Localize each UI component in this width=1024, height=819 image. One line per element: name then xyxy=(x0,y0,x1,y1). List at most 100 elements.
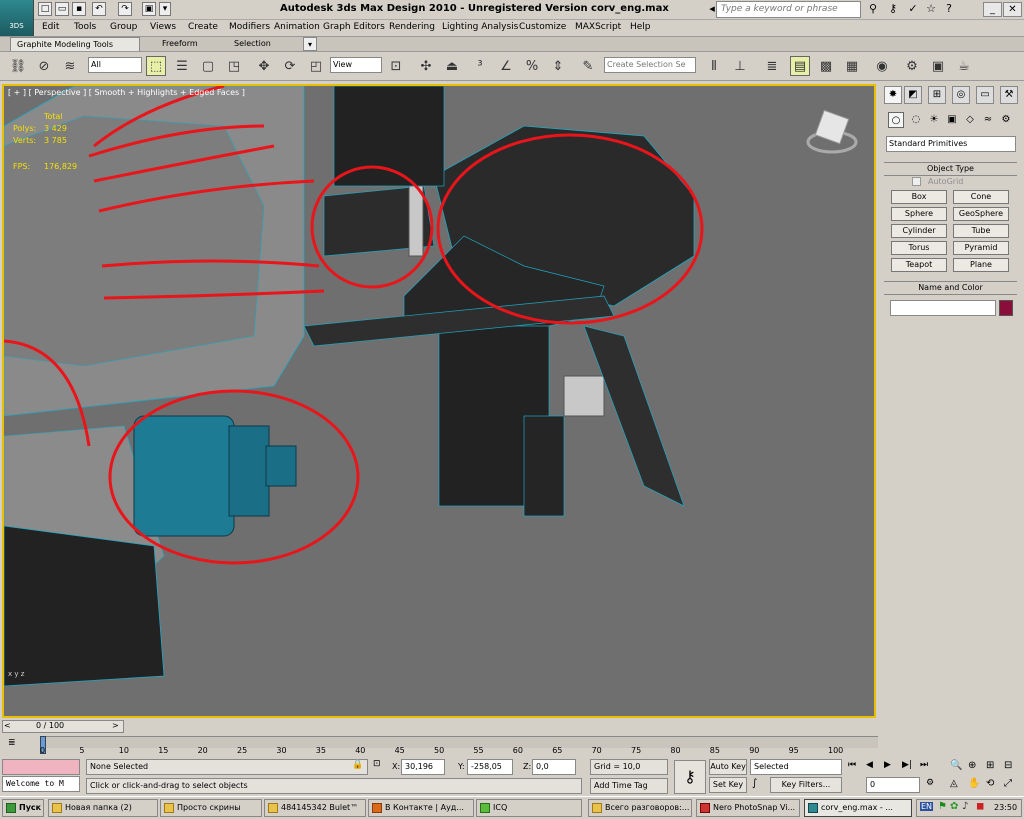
task-item-3dsmax[interactable]: corv_eng.max - ... xyxy=(804,799,912,817)
new-file-icon[interactable]: □ xyxy=(38,2,52,16)
display-tab-icon[interactable]: ▭ xyxy=(976,86,994,104)
geosphere-button[interactable]: GeoSphere xyxy=(953,207,1009,221)
menu-tools[interactable]: Tools xyxy=(74,22,96,32)
graphite-toggle-icon[interactable]: ▤ xyxy=(790,56,810,76)
perspective-viewport[interactable] xyxy=(2,84,876,718)
menu-animation[interactable]: Animation xyxy=(274,22,320,32)
helpers-icon[interactable]: ◇ xyxy=(962,112,978,128)
maximize-viewport-icon[interactable]: ⤢ xyxy=(1004,778,1012,789)
torus-button[interactable]: Torus xyxy=(891,241,947,255)
modify-tab-icon[interactable]: ◩ xyxy=(904,86,922,104)
help-icon[interactable]: ? xyxy=(942,2,956,16)
geometry-icon[interactable]: ○ xyxy=(888,112,904,128)
move-icon[interactable]: ✥ xyxy=(254,56,274,76)
z-coordinate-field[interactable]: 0,0 xyxy=(532,759,576,775)
cylinder-button[interactable]: Cylinder xyxy=(891,224,947,238)
space-warps-icon[interactable]: ≈ xyxy=(980,112,996,128)
binoculars-icon[interactable]: ⚲ xyxy=(866,2,880,16)
y-coordinate-field[interactable]: -258,05 xyxy=(467,759,513,775)
tube-button[interactable]: Tube xyxy=(953,224,1009,238)
task-item-nero-photosnap[interactable]: Nero PhotoSnap Vi... xyxy=(696,799,800,817)
category-dropdown[interactable]: Standard Primitives xyxy=(886,136,1016,152)
zoom-icon[interactable]: 🔍 xyxy=(950,760,962,771)
set-key-key-icon[interactable]: ⚷ xyxy=(674,760,706,794)
key-filters-button[interactable]: Key Filters... xyxy=(770,777,842,793)
start-button[interactable]: Пуск xyxy=(2,799,44,817)
rotate-icon[interactable]: ⟳ xyxy=(280,56,300,76)
pivot-center-icon[interactable]: ⊡ xyxy=(386,56,406,76)
add-time-tag[interactable]: Add Time Tag xyxy=(590,778,668,794)
open-file-icon[interactable]: ▭ xyxy=(55,2,69,16)
current-frame-field[interactable]: 0 xyxy=(866,777,920,793)
spinner-snap-icon[interactable]: ⇕ xyxy=(548,56,568,76)
angle-snap-icon[interactable]: ∠ xyxy=(496,56,516,76)
reference-coordinate-dropdown[interactable]: View xyxy=(330,57,382,73)
tab-graphite-modeling-tools[interactable]: Graphite Modeling Tools xyxy=(10,37,140,51)
tray-antivirus-icon[interactable]: ◼ xyxy=(976,801,984,812)
task-item-screenshots[interactable]: Просто скрины xyxy=(160,799,262,817)
object-type-rollout[interactable]: Object Type xyxy=(884,162,1017,176)
task-item-conversations[interactable]: Всего разговоров:... xyxy=(588,799,692,817)
select-manipulate-icon[interactable]: ✣ xyxy=(416,56,436,76)
menu-help[interactable]: Help xyxy=(630,22,651,32)
menu-modifiers[interactable]: Modifiers xyxy=(229,22,270,32)
task-item-icq[interactable]: ICQ xyxy=(476,799,582,817)
subscription-icon[interactable]: ✓ xyxy=(906,2,920,16)
task-item-vkontakte[interactable]: В Контакте | Ауд... xyxy=(368,799,474,817)
material-editor-icon[interactable]: ◉ xyxy=(872,56,892,76)
minimize-button[interactable]: _ xyxy=(983,2,1002,17)
select-object-icon[interactable]: ⬚ xyxy=(146,56,166,76)
named-selection-input[interactable]: Create Selection Se xyxy=(604,57,696,73)
autogrid-checkbox[interactable] xyxy=(912,177,921,186)
zoom-extents-icon[interactable]: ⊞ xyxy=(986,760,994,771)
hierarchy-tab-icon[interactable]: ⊞ xyxy=(928,86,946,104)
language-indicator-icon[interactable]: EN xyxy=(920,802,934,811)
maxscript-listener[interactable]: Welcome to M xyxy=(2,776,80,792)
zoom-all-icon[interactable]: ⊕ xyxy=(968,760,976,771)
object-name-input[interactable] xyxy=(890,300,996,316)
redo-icon[interactable]: ↷ xyxy=(118,2,132,16)
plane-button[interactable]: Plane xyxy=(953,258,1009,272)
tray-speaker-icon[interactable]: ♪ xyxy=(962,801,968,812)
prev-frame-icon[interactable]: ◀ xyxy=(866,760,873,770)
selection-filter-dropdown[interactable]: All xyxy=(88,57,142,73)
curve-editor-icon[interactable]: ▩ xyxy=(816,56,836,76)
next-frame-icon[interactable]: ▶| xyxy=(902,760,912,770)
zoom-extents-all-icon[interactable]: ⊟ xyxy=(1004,760,1012,771)
snaps-toggle-icon[interactable]: ³ xyxy=(470,56,490,76)
viewport-label[interactable]: [ + ] [ Perspective ] [ Smooth + Highlig… xyxy=(8,88,245,97)
render-teapot-icon[interactable]: ☕ xyxy=(954,56,974,76)
close-button[interactable]: ✕ xyxy=(1003,2,1022,17)
ribbon-toggle-icon[interactable]: ▾ xyxy=(303,37,317,51)
scale-icon[interactable]: ◰ xyxy=(306,56,326,76)
set-key-button[interactable]: Set Key xyxy=(709,777,747,793)
shapes-icon[interactable]: ◌ xyxy=(908,112,924,128)
goto-end-icon[interactable]: ⏭ xyxy=(920,760,928,770)
pan-icon[interactable]: ✋ xyxy=(968,778,980,789)
lock-selection-icon[interactable]: 🔒 xyxy=(352,760,363,770)
teapot-button[interactable]: Teapot xyxy=(891,258,947,272)
task-item-new-folder[interactable]: Новая папка (2) xyxy=(48,799,158,817)
absolute-mode-icon[interactable]: ⊡ xyxy=(373,759,381,769)
goto-start-icon[interactable]: ⏮ xyxy=(848,760,856,770)
orbit-icon[interactable]: ⟲ xyxy=(986,778,994,789)
menu-graph-editors[interactable]: Graph Editors xyxy=(323,22,385,32)
box-button[interactable]: Box xyxy=(891,190,947,204)
project-folder-icon[interactable]: ▣ xyxy=(142,2,156,16)
menu-lighting-analysis[interactable]: Lighting Analysis xyxy=(442,22,518,32)
pyramid-button[interactable]: Pyramid xyxy=(953,241,1009,255)
key-mode-dropdown[interactable]: Selected xyxy=(750,759,842,775)
keyboard-shortcut-override-icon[interactable]: ⏏ xyxy=(442,56,462,76)
name-and-color-rollout[interactable]: Name and Color xyxy=(884,281,1017,295)
quick-access-dropdown-icon[interactable]: ▾ xyxy=(159,2,171,16)
unlink-icon[interactable]: ⊘ xyxy=(34,56,54,76)
tab-freeform[interactable]: Freeform xyxy=(156,37,204,51)
menu-group[interactable]: Group xyxy=(110,22,137,32)
star-icon[interactable]: ☆ xyxy=(924,2,938,16)
align-icon[interactable]: ⊥ xyxy=(730,56,750,76)
help-search-input[interactable]: Type a keyword or phrase xyxy=(716,1,861,18)
curve-editor-mini-icon[interactable]: ≣ xyxy=(8,738,16,748)
motion-tab-icon[interactable]: ◎ xyxy=(952,86,970,104)
tray-shield-icon[interactable]: ⚑ xyxy=(938,801,947,812)
task-item-bulet[interactable]: 484145342 Bulet™ xyxy=(264,799,366,817)
